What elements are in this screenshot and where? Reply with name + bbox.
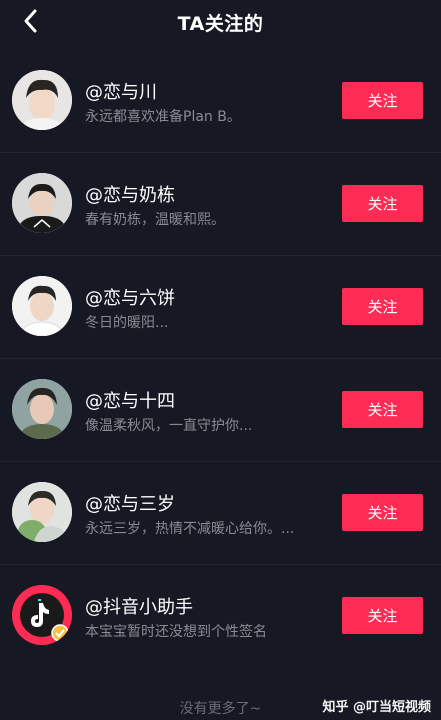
- avatar[interactable]: [12, 585, 72, 645]
- user-name: @恋与奶栋: [85, 185, 175, 206]
- user-bio: 像温柔秋风，一直守护你...: [85, 418, 253, 434]
- watermark: 知乎 @叮当短视频: [322, 700, 431, 715]
- user-bio: 永远都喜欢准备Plan B。: [85, 109, 241, 125]
- list-item[interactable]: @恋与六饼 冬日的暖阳... 关注: [0, 256, 441, 359]
- user-bio: 永远三岁，热情不减暖心给你。...: [85, 521, 295, 537]
- avatar[interactable]: [12, 173, 72, 233]
- user-name: @恋与川: [85, 82, 157, 103]
- follow-button[interactable]: 关注: [342, 391, 423, 428]
- user-name: @恋与十四: [85, 391, 175, 412]
- user-bio: 冬日的暖阳...: [85, 315, 169, 331]
- user-name: @抖音小助手: [85, 597, 193, 618]
- avatar[interactable]: [12, 482, 72, 542]
- avatar[interactable]: [12, 70, 72, 130]
- follow-list: @恋与川 永远都喜欢准备Plan B。 关注 @恋与奶栋 春有奶栋，温暖和熙。 …: [0, 50, 441, 668]
- avatar[interactable]: [12, 379, 72, 439]
- avatar[interactable]: [12, 276, 72, 336]
- page-title: TA关注的: [177, 12, 264, 35]
- user-bio: 本宝宝暂时还没想到个性签名: [85, 624, 267, 640]
- follow-button[interactable]: 关注: [342, 185, 423, 222]
- list-item[interactable]: @恋与三岁 永远三岁，热情不减暖心给你。... 关注: [0, 462, 441, 565]
- user-name: @恋与六饼: [85, 288, 175, 309]
- list-footer: 没有更多了~ 知乎 @叮当短视频: [0, 696, 441, 720]
- douyin-logo-icon: [12, 585, 72, 645]
- user-name: @恋与三岁: [85, 494, 175, 515]
- top-bar: TA关注的: [0, 0, 441, 44]
- list-item[interactable]: @恋与奶栋 春有奶栋，温暖和熙。 关注: [0, 153, 441, 256]
- list-item[interactable]: @抖音小助手 本宝宝暂时还没想到个性签名 关注: [0, 565, 441, 668]
- list-item[interactable]: @恋与十四 像温柔秋风，一直守护你... 关注: [0, 359, 441, 462]
- follow-button[interactable]: 关注: [342, 82, 423, 119]
- chevron-left-icon: [24, 9, 37, 33]
- list-item[interactable]: @恋与川 永远都喜欢准备Plan B。 关注: [0, 50, 441, 153]
- user-bio: 春有奶栋，温暖和熙。: [85, 212, 225, 228]
- follow-button[interactable]: 关注: [342, 494, 423, 531]
- follow-button[interactable]: 关注: [342, 597, 423, 634]
- back-button[interactable]: [14, 4, 48, 38]
- follow-button[interactable]: 关注: [342, 288, 423, 325]
